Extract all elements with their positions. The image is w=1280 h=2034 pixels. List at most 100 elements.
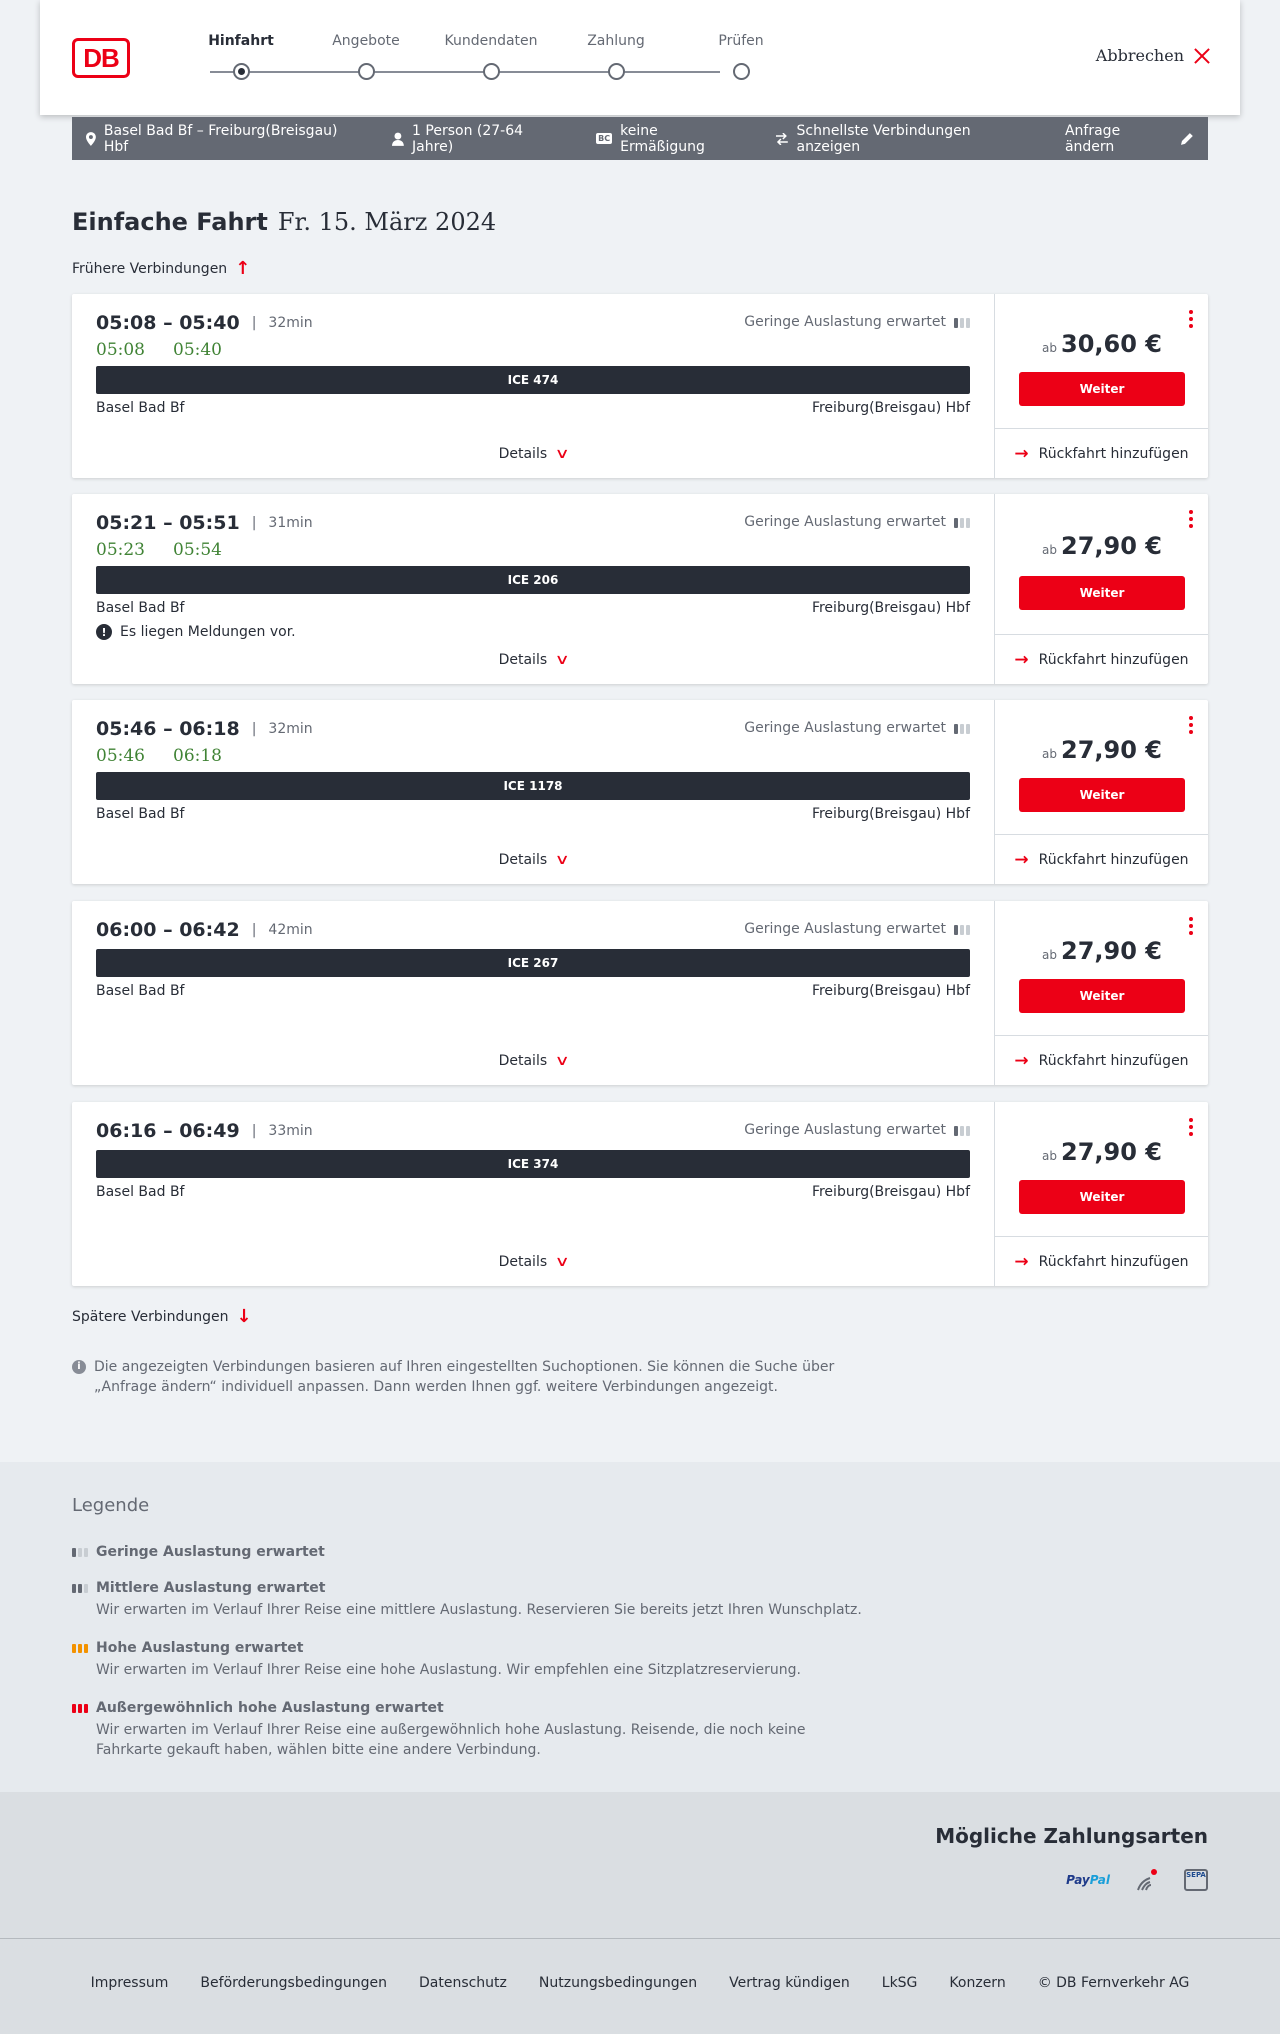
occupancy-medium-icon xyxy=(72,1583,88,1593)
duration: 42min xyxy=(268,922,313,938)
location-pin-icon xyxy=(86,131,96,146)
add-return-button[interactable]: → Rückfahrt hinzufügen xyxy=(995,834,1208,884)
more-options-icon[interactable] xyxy=(1188,917,1194,935)
train-bar[interactable]: ICE 474 xyxy=(96,366,970,394)
payment-title: Mögliche Zahlungsarten xyxy=(935,1824,1208,1848)
occupancy-low-icon xyxy=(954,722,970,734)
occupancy-info: Geringe Auslastung erwartet xyxy=(744,314,970,330)
details-toggle[interactable]: Details ∨ xyxy=(72,652,994,668)
add-return-button[interactable]: → Rückfahrt hinzufügen xyxy=(995,1035,1208,1085)
connection-info: 06:16 – 06:49 | 33min Geringe Auslastung e… xyxy=(72,1102,994,1286)
footer-link-nutzungsbedingungen[interactable]: Nutzungsbedingungen xyxy=(539,1975,697,1991)
more-options-icon[interactable] xyxy=(1188,310,1194,328)
chevron-down-icon: ∨ xyxy=(554,446,570,462)
price: ab 27,90 € xyxy=(1042,1138,1162,1166)
destination-station: Freiburg(Breisgau) Hbf xyxy=(811,400,970,416)
train-bar[interactable]: ICE 374 xyxy=(96,1150,970,1178)
more-options-icon[interactable] xyxy=(1188,716,1194,734)
connection-info: 06:00 – 06:42 | 42min Geringe Auslastung e… xyxy=(72,901,994,1085)
continue-button[interactable]: Weiter xyxy=(1019,778,1185,812)
sepa-icon: SEPA xyxy=(1184,1869,1208,1891)
footer-link-datenschutz[interactable]: Datenschutz xyxy=(419,1975,507,1991)
origin-station: Basel Bad Bf xyxy=(96,983,185,999)
realtime-times: 05:08 05:40 xyxy=(96,340,222,360)
price-panel: ab 27,90 € Weiter → Rückfahrt hinzufügen xyxy=(994,700,1208,884)
connection-times: 06:16 – 06:49 xyxy=(96,1120,240,1142)
connection-times: 05:46 – 06:18 xyxy=(96,718,240,740)
legend-section: Legende Geringe Auslastung erwartet Mitt… xyxy=(0,1462,1280,1792)
bahncard-icon: BC xyxy=(596,133,613,144)
origin-station: Basel Bad Bf xyxy=(96,400,185,416)
search-info-note: i Die angezeigten Verbindungen basieren … xyxy=(72,1357,852,1397)
details-toggle[interactable]: Details ∨ xyxy=(72,1254,994,1270)
person-icon xyxy=(392,132,405,146)
realtime-times: 05:23 05:54 xyxy=(96,540,222,560)
add-return-button[interactable]: → Rückfahrt hinzufügen xyxy=(995,1236,1208,1286)
continue-button[interactable]: Weiter xyxy=(1019,576,1185,610)
details-toggle[interactable]: Details ∨ xyxy=(72,852,994,868)
destination-station: Freiburg(Breisgau) Hbf xyxy=(811,1184,970,1200)
occupancy-low-icon xyxy=(954,516,970,528)
fastest-connections-link[interactable]: Schnellste Verbindungen anzeigen xyxy=(775,123,1035,155)
train-bar[interactable]: ICE 267 xyxy=(96,949,970,977)
destination-station: Freiburg(Breisgau) Hbf xyxy=(811,983,970,999)
discount-info: BC keine Ermäßigung xyxy=(596,122,705,155)
occupancy-low-icon xyxy=(954,923,970,935)
cancel-button[interactable]: Abbrechen xyxy=(1096,46,1210,65)
duration: 31min xyxy=(268,515,313,531)
legend-item-low: Geringe Auslastung erwartet xyxy=(72,1544,872,1560)
occupancy-info: Geringe Auslastung erwartet xyxy=(744,514,970,530)
occupancy-info: Geringe Auslastung erwartet xyxy=(744,1122,970,1138)
train-bar[interactable]: ICE 206 xyxy=(96,566,970,594)
footer-link-impressum[interactable]: Impressum xyxy=(91,1975,169,1991)
train-bar[interactable]: ICE 1178 xyxy=(96,772,970,800)
db-logo[interactable]: DB xyxy=(72,38,130,78)
connection-info: 05:08 – 05:40 | 32min 05:08 05:40 Geringe A… xyxy=(72,294,994,478)
destination-station: Freiburg(Breisgau) Hbf xyxy=(811,806,970,822)
legend-title: Legende xyxy=(72,1495,150,1516)
continue-button[interactable]: Weiter xyxy=(1019,372,1185,406)
more-options-icon[interactable] xyxy=(1188,510,1194,528)
connection-info: 05:46 – 06:18 | 32min 05:46 06:18 Geringe A… xyxy=(72,700,994,884)
info-icon: i xyxy=(72,1360,86,1374)
booking-header: DB Hinfahrt Angebote Kundendaten Zahlung… xyxy=(40,0,1240,115)
footer-link-vertrag-kuendigen[interactable]: Vertrag kündigen xyxy=(729,1975,850,1991)
price: ab 27,90 € xyxy=(1042,736,1162,764)
change-request-button[interactable]: Anfrage ändern xyxy=(1065,123,1194,155)
details-toggle[interactable]: Details ∨ xyxy=(72,446,994,462)
realtime-times: 05:46 06:18 xyxy=(96,746,222,766)
connection-times: 05:21 – 05:51 xyxy=(96,512,240,534)
step-dot xyxy=(358,63,375,80)
step-kundendaten: Kundendaten xyxy=(441,30,541,80)
step-pruefen: Prüfen xyxy=(691,30,791,80)
earlier-connections-link[interactable]: Frühere Verbindungen ↑ xyxy=(72,258,250,279)
occupancy-low-icon xyxy=(72,1547,88,1557)
occupancy-info: Geringe Auslastung erwartet xyxy=(744,921,970,937)
route-info: Basel Bad Bf – Freiburg(Breisgau) Hbf xyxy=(86,123,362,155)
service-message[interactable]: ! Es liegen Meldungen vor. xyxy=(96,624,296,640)
payment-methods: Mögliche Zahlungsarten PayPal SEPA xyxy=(0,1792,1280,1938)
footer-link-befoerderungsbedingungen[interactable]: Beförderungsbedingungen xyxy=(200,1975,387,1991)
chevron-down-icon: ∨ xyxy=(554,1053,570,1069)
add-return-button[interactable]: → Rückfahrt hinzufügen xyxy=(995,428,1208,478)
later-connections-link[interactable]: Spätere Verbindungen ↓ xyxy=(72,1306,252,1327)
continue-button[interactable]: Weiter xyxy=(1019,1180,1185,1214)
price: ab 27,90 € xyxy=(1042,532,1162,560)
price-panel: ab 30,60 € Weiter → Rückfahrt hinzufügen xyxy=(994,294,1208,478)
continue-button[interactable]: Weiter xyxy=(1019,979,1185,1013)
connection-card: 05:21 – 05:51 | 31min 05:23 05:54 Geringe A… xyxy=(72,494,1208,684)
arrow-right-icon: → xyxy=(1014,1050,1029,1071)
arrow-down-icon: ↓ xyxy=(236,1306,252,1327)
arrow-up-icon: ↑ xyxy=(235,258,251,279)
footer-link-konzern[interactable]: Konzern xyxy=(949,1975,1005,1991)
price-panel: ab 27,90 € Weiter → Rückfahrt hinzufügen xyxy=(994,901,1208,1085)
details-toggle[interactable]: Details ∨ xyxy=(72,1053,994,1069)
more-options-icon[interactable] xyxy=(1188,1118,1194,1136)
origin-station: Basel Bad Bf xyxy=(96,600,185,616)
price: ab 27,90 € xyxy=(1042,937,1162,965)
footer-link-lksg[interactable]: LkSG xyxy=(882,1975,918,1991)
chevron-down-icon: ∨ xyxy=(554,852,570,868)
add-return-button[interactable]: → Rückfahrt hinzufügen xyxy=(995,634,1208,684)
duration: 32min xyxy=(268,315,313,331)
occupancy-very-high-icon xyxy=(72,1703,88,1713)
